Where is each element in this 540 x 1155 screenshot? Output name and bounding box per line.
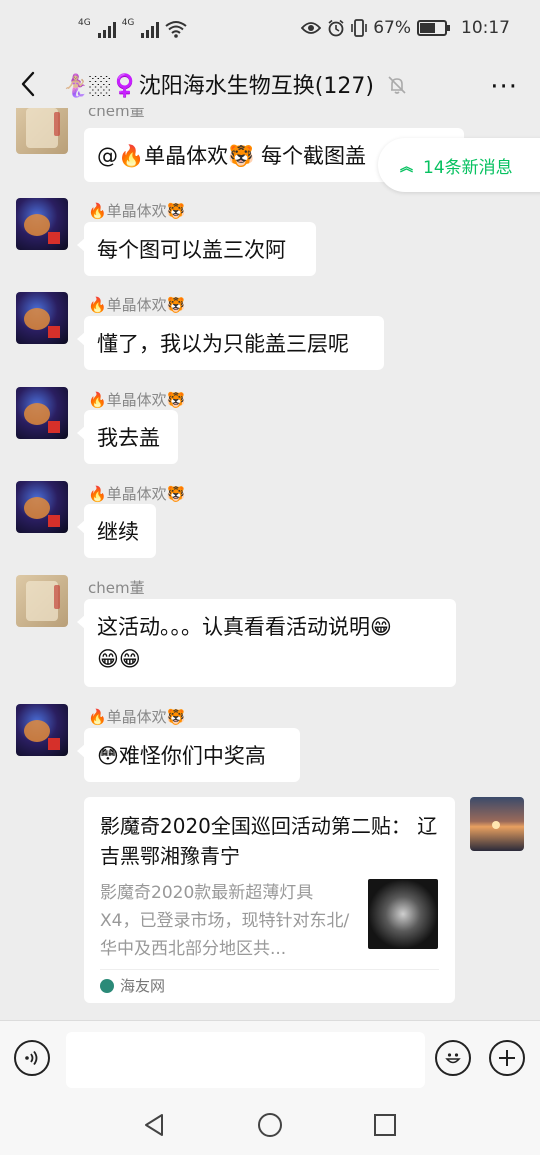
sender-name: 🔥单晶体欢🐯 <box>88 296 186 314</box>
message-bubble[interactable]: 继续 <box>77 504 156 558</box>
emoji-icon[interactable] <box>435 1040 471 1076</box>
eye-icon <box>301 22 322 34</box>
link-card-source-name: 海友网 <box>120 977 166 995</box>
chat-header: 🧜🏼‍♀️🏼‍♀️沈阳海水生物互换(127) ··· <box>0 62 540 108</box>
network-type-2: 4G <box>121 18 135 28</box>
avatar[interactable] <box>16 292 68 344</box>
triangle-back-icon[interactable] <box>142 1113 166 1137</box>
plus-icon[interactable] <box>489 1040 525 1076</box>
input-bar <box>0 1020 540 1099</box>
message-input[interactable] <box>66 1032 425 1088</box>
voice-icon[interactable] <box>14 1040 50 1076</box>
alarm-icon <box>328 19 344 37</box>
more-options-button[interactable]: ··· <box>490 72 518 102</box>
new-messages-label: 14条新消息 <box>423 157 513 178</box>
system-nav-bar <box>0 1098 540 1155</box>
link-card-thumbnail <box>368 879 438 949</box>
avatar[interactable] <box>16 704 68 756</box>
clock: 10:17 <box>461 18 510 38</box>
message-text-line: 😁😁 <box>97 647 141 671</box>
message-bubble[interactable]: 我去盖 <box>77 410 178 464</box>
sender-name: chem董 <box>88 579 145 597</box>
divider <box>100 969 439 970</box>
sender-name: 🔥单晶体欢🐯 <box>88 202 186 220</box>
avatar[interactable] <box>16 198 68 250</box>
sender-name: chem董 <box>88 108 145 120</box>
vibrate-icon <box>351 19 368 37</box>
circle-home-icon[interactable] <box>258 1113 282 1137</box>
message-bubble[interactable]: 😳难怪你们中奖高 <box>77 728 300 782</box>
battery-icon <box>417 20 450 36</box>
avatar[interactable] <box>16 481 68 533</box>
wifi-icon <box>165 21 188 38</box>
battery-percent: 67% <box>373 18 411 38</box>
status-right: 67% 10:17 <box>301 18 510 38</box>
signal-icon <box>97 20 116 38</box>
sender-name: 🔥单晶体欢🐯 <box>88 708 186 726</box>
chevron-left-icon[interactable] <box>18 70 40 98</box>
signal-icon-2 <box>141 20 160 38</box>
avatar[interactable] <box>16 575 68 627</box>
sender-name: 🔥单晶体欢🐯 <box>88 485 186 503</box>
status-left: 4G 4G <box>78 18 188 38</box>
avatar[interactable] <box>16 387 68 439</box>
sender-name: 🔥单晶体欢🐯 <box>88 391 186 409</box>
double-chevron-up-icon: ︽ <box>400 159 414 175</box>
network-type-1: 4G <box>78 18 91 28</box>
chat-title: 🧜🏼‍♀️🏼‍♀️沈阳海水生物互换(127) <box>62 74 374 99</box>
status-bar: 4G 4G 67% 10:17 <box>0 0 540 62</box>
link-card-title: 影魔奇2020全国巡回活动第二贴： 辽吉黑鄂湘豫青宁 <box>100 814 438 868</box>
bell-off-icon <box>388 76 406 94</box>
my-avatar[interactable] <box>470 797 524 851</box>
message-text-line: 这活动。。。认真看看活动说明😁 <box>97 615 392 639</box>
link-card-source: 海友网 <box>100 975 165 996</box>
message-bubble[interactable]: 懂了，我以为只能盖三层呢 <box>77 316 384 370</box>
new-messages-button[interactable]: ︽ 14条新消息 <box>378 138 540 192</box>
source-logo-icon <box>100 978 114 993</box>
message-bubble[interactable]: 这活动。。。认真看看活动说明😁 😁😁 <box>77 599 456 687</box>
avatar[interactable] <box>16 108 68 154</box>
message-bubble[interactable]: 每个图可以盖三次阿 <box>77 222 316 276</box>
link-card-description: 影魔奇2020款最新超薄灯具X4，已登录市场，现特针对东北/华中及西北部分地区共… <box>100 883 350 959</box>
link-card[interactable]: 影魔奇2020全国巡回活动第二贴： 辽吉黑鄂湘豫青宁 影魔奇2020款最新超薄灯… <box>84 797 455 1003</box>
square-recent-icon[interactable] <box>374 1114 396 1136</box>
